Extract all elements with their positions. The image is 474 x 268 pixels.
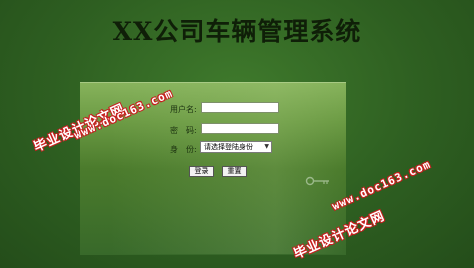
role-select-value: 请选择登陆身份 xyxy=(204,143,253,151)
username-label: 用户名: xyxy=(170,105,197,114)
role-select[interactable]: 请选择登陆身份 ▼ xyxy=(200,141,272,153)
password-field[interactable] xyxy=(201,123,279,134)
key-icon xyxy=(305,176,329,186)
page-title: XX公司车辆管理系统 xyxy=(112,17,362,46)
password-label: 密 码: xyxy=(170,126,197,135)
username-field[interactable] xyxy=(201,102,279,113)
login-button[interactable]: 登录 xyxy=(189,166,214,177)
chevron-down-icon[interactable]: ▼ xyxy=(264,142,269,152)
role-label: 身 份: xyxy=(170,145,197,154)
reset-button[interactable]: 重置 xyxy=(222,166,247,177)
